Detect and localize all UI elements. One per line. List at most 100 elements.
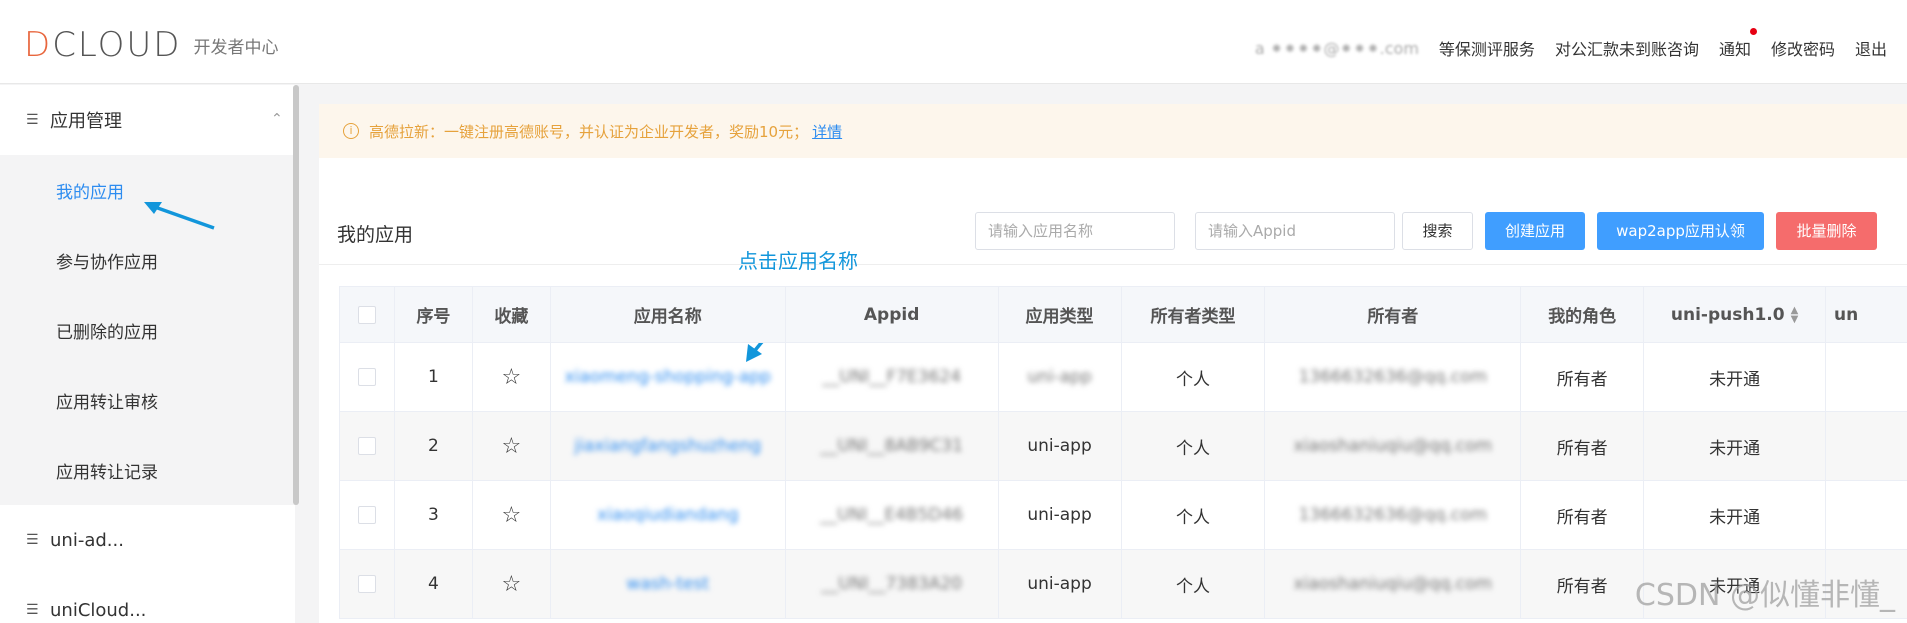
wap2app-claim-button[interactable]: wap2app应用认领: [1597, 212, 1764, 250]
info-icon: i: [343, 123, 359, 139]
row-index: 4: [395, 550, 473, 618]
row-owner-type: 个人: [1122, 412, 1266, 480]
row-appid: __UNI__8AB9C31: [786, 412, 999, 480]
header-uni-push-label: uni-push1.0: [1670, 304, 1785, 325]
divider: [319, 264, 1907, 265]
nav-security-service[interactable]: 等保测评服务: [1439, 36, 1535, 60]
logo-mark: DCLOUD: [24, 25, 182, 65]
row-select-cell: [340, 343, 395, 411]
sidebar: ☰ 应用管理 ⌄ 我的应用 参与协作应用 已删除的应用 应用转让审核 应用转让记…: [0, 85, 295, 623]
sidebar-scrollbar[interactable]: [293, 85, 299, 505]
row-favorite: ☆: [473, 412, 551, 480]
row-checkbox[interactable]: [357, 506, 376, 524]
row-owner: 1366632636@qq.com: [1265, 481, 1522, 549]
row-select-cell: [340, 550, 395, 618]
row-role: 所有者: [1521, 412, 1645, 480]
row-app-name-cell: jiaxiangfangshuzheng: [551, 412, 786, 480]
sort-icon[interactable]: ▲ ▼: [1791, 305, 1799, 324]
list-icon: ☰: [26, 532, 39, 548]
row-push: 未开通: [1644, 481, 1827, 549]
nav-remittance-inquiry[interactable]: 对公汇款未到账咨询: [1555, 36, 1699, 60]
header-favorite: 收藏: [473, 287, 551, 342]
search-button[interactable]: 搜索: [1402, 212, 1473, 250]
nav-notification-label: 通知: [1718, 40, 1751, 59]
csdn-watermark: CSDN @似懂非懂_: [1634, 578, 1895, 613]
row-app-name-cell: xiaoqiudiandang: [551, 481, 786, 549]
create-app-button[interactable]: 创建应用: [1485, 212, 1585, 250]
row-index: 3: [395, 481, 473, 549]
app-name-link[interactable]: jiaxiangfangshuzheng: [574, 436, 761, 456]
nav-logout[interactable]: 退出: [1855, 36, 1887, 60]
row-owner-type: 个人: [1122, 343, 1266, 411]
row-more: [1826, 343, 1907, 411]
sidebar-group-app-management[interactable]: ☰ 应用管理 ⌄: [0, 85, 295, 155]
row-favorite: ☆: [473, 481, 551, 549]
owner-value: xiaoshaniuqiu@qq.com: [1293, 436, 1493, 456]
row-app-type: uni-app: [999, 550, 1122, 618]
star-icon[interactable]: ☆: [502, 434, 522, 459]
annotation-label: 点击应用名称: [738, 249, 858, 273]
batch-delete-button[interactable]: 批量删除: [1776, 212, 1877, 250]
row-more: [1826, 412, 1907, 480]
sidebar-group-unicloud[interactable]: ☰ uniCloud...: [0, 575, 295, 623]
notice-details-link[interactable]: 详情: [812, 121, 842, 142]
sidebar-group-uni-ad[interactable]: ☰ uni-ad...: [0, 505, 295, 575]
top-nav: a ⁕⁕⁕⁕@⁕⁕⁕.com 等保测评服务 对公汇款未到账咨询 通知 修改密码 …: [1235, 28, 1887, 60]
row-app-name-cell: xiaomeng-shopping-app: [551, 343, 786, 411]
row-app-type: uni-app: [999, 412, 1122, 480]
appid-search-input[interactable]: 请输入Appid: [1195, 212, 1395, 250]
star-icon[interactable]: ☆: [502, 365, 522, 390]
header-select-cell: [340, 287, 395, 342]
appid-value: __UNI__F7E3624: [822, 367, 962, 387]
star-icon[interactable]: ☆: [502, 572, 522, 597]
row-owner-type: 个人: [1122, 550, 1266, 618]
header-owner: 所有者: [1265, 287, 1522, 342]
page-title: 我的应用: [337, 224, 414, 246]
select-all-checkbox[interactable]: [357, 305, 376, 324]
dcloud-logo[interactable]: DCLOUD 开发者中心: [24, 28, 279, 62]
row-checkbox[interactable]: [357, 368, 376, 386]
app-name-link[interactable]: xiaoqiudiandang: [597, 505, 738, 525]
sidebar-item-transfer-records[interactable]: 应用转让记录: [0, 435, 295, 505]
sidebar-group-label: uni-ad...: [50, 529, 124, 551]
row-owner: xiaoshaniuqiu@qq.com: [1265, 412, 1522, 480]
owner-value: xiaoshaniuqiu@qq.com: [1293, 574, 1493, 594]
app-name-search-input[interactable]: 请输入应用名称: [975, 212, 1175, 250]
header-app-name: 应用名称: [551, 287, 786, 342]
row-checkbox[interactable]: [357, 437, 376, 455]
table-row: 2 ☆ jiaxiangfangshuzheng __UNI__8AB9C31 …: [340, 412, 1907, 481]
row-checkbox[interactable]: [357, 575, 376, 593]
promo-notice: i 高德拉新：一键注册高德账号，并认证为企业开发者，奖励10元； 详情: [319, 104, 1907, 158]
sidebar-item-deleted-apps[interactable]: 已删除的应用: [0, 295, 295, 365]
header-appid: Appid: [786, 287, 999, 342]
logo-subtitle: 开发者中心: [193, 37, 279, 58]
app-name-link[interactable]: xiaomeng-shopping-app: [565, 367, 771, 387]
app-name-link[interactable]: wash-test: [626, 574, 709, 594]
sidebar-item-transfer-review[interactable]: 应用转让审核: [0, 365, 295, 435]
sidebar-group-label: uniCloud...: [50, 599, 147, 621]
app-type-value: uni-app: [1027, 367, 1092, 387]
user-account[interactable]: a ⁕⁕⁕⁕@⁕⁕⁕.com: [1255, 39, 1419, 58]
row-owner: xiaoshaniuqiu@qq.com: [1265, 550, 1522, 618]
star-icon[interactable]: ☆: [502, 503, 522, 528]
table-header-row: 序号 收藏 应用名称 Appid 应用类型 所有者类型 所有者 我的角色 uni…: [340, 287, 1907, 343]
row-role: 所有者: [1521, 343, 1645, 411]
appid-value: __UNI__7383A20: [821, 574, 962, 594]
header-uni-push[interactable]: uni-push1.0 ▲ ▼: [1644, 287, 1827, 342]
row-more: [1826, 481, 1907, 549]
nav-notification[interactable]: 通知: [1718, 28, 1757, 60]
header-my-role: 我的角色: [1521, 287, 1645, 342]
row-appid: __UNI__7383A20: [786, 550, 999, 618]
row-owner: 1366632636@qq.com: [1265, 343, 1522, 411]
nav-change-password[interactable]: 修改密码: [1771, 36, 1835, 60]
list-icon: ☰: [26, 602, 39, 618]
notice-text: 高德拉新：一键注册高德账号，并认证为企业开发者，奖励10元；: [369, 122, 809, 141]
row-app-type: uni-app: [999, 481, 1122, 549]
top-header: DCLOUD 开发者中心 a ⁕⁕⁕⁕@⁕⁕⁕.com 等保测评服务 对公汇款未…: [0, 0, 1907, 84]
row-appid: __UNI__F7E3624: [786, 343, 999, 411]
appid-value: __UNI__8AB9C31: [820, 436, 963, 456]
chevron-up-icon: ⌄: [271, 109, 283, 125]
row-appid: __UNI__E4B5D46: [786, 481, 999, 549]
sidebar-item-collab-apps[interactable]: 参与协作应用: [0, 225, 295, 295]
row-select-cell: [340, 412, 395, 480]
